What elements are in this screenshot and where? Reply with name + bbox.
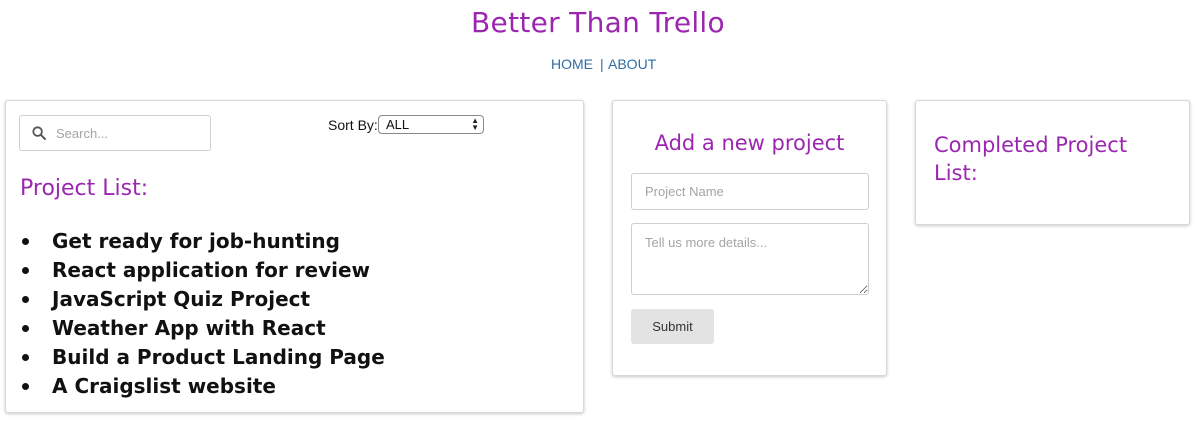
- submit-button[interactable]: Submit: [631, 309, 714, 344]
- bullet-icon: [22, 296, 29, 303]
- bullet-icon: [22, 238, 29, 245]
- search-input[interactable]: [56, 122, 204, 144]
- completed-projects-card: Completed Project List:: [915, 100, 1190, 225]
- project-list-item: Build a Product Landing Page: [20, 343, 385, 372]
- project-name: React application for review: [52, 258, 371, 282]
- sort-selected-value: ALL: [386, 117, 410, 132]
- top-nav: HOME | ABOUT: [0, 56, 1200, 72]
- project-list: Get ready for job-hunting React applicat…: [20, 227, 385, 401]
- project-list-item: Get ready for job-hunting: [20, 227, 385, 256]
- add-project-card: Add a new project Submit: [612, 100, 887, 376]
- project-details-textarea[interactable]: [631, 223, 869, 295]
- project-name: JavaScript Quiz Project: [52, 287, 311, 311]
- bullet-icon: [22, 325, 29, 332]
- nav-home-link[interactable]: HOME: [551, 56, 593, 72]
- nav-about-link[interactable]: ABOUT: [608, 56, 656, 72]
- bullet-icon: [22, 354, 29, 361]
- project-name-input[interactable]: [631, 173, 869, 210]
- project-list-item: Weather App with React: [20, 314, 385, 343]
- completed-projects-heading: Completed Project List:: [934, 133, 1128, 185]
- project-list-item: A Craigslist website: [20, 372, 385, 401]
- sort-select[interactable]: ALL ▲ ▼: [378, 115, 484, 134]
- select-arrows-icon: ▲ ▼: [471, 116, 479, 132]
- project-name: Get ready for job-hunting: [52, 229, 340, 253]
- project-list-heading: Project List:: [20, 176, 149, 201]
- search-box[interactable]: [19, 115, 211, 151]
- project-list-item: JavaScript Quiz Project: [20, 285, 385, 314]
- nav-separator: |: [600, 56, 604, 72]
- project-list-card: Sort By: ALL ▲▼ Project List: Get ready …: [5, 100, 584, 413]
- project-name: A Craigslist website: [52, 374, 276, 398]
- sort-label: Sort By:: [328, 117, 378, 133]
- bullet-icon: [22, 267, 29, 274]
- app-title: Better Than Trello: [471, 6, 725, 39]
- project-list-item: React application for review: [20, 256, 385, 285]
- project-name: Build a Product Landing Page: [52, 345, 385, 369]
- search-icon: [32, 126, 46, 140]
- project-name: Weather App with React: [52, 316, 326, 340]
- bullet-icon: [22, 383, 29, 390]
- add-project-heading: Add a new project: [654, 131, 845, 155]
